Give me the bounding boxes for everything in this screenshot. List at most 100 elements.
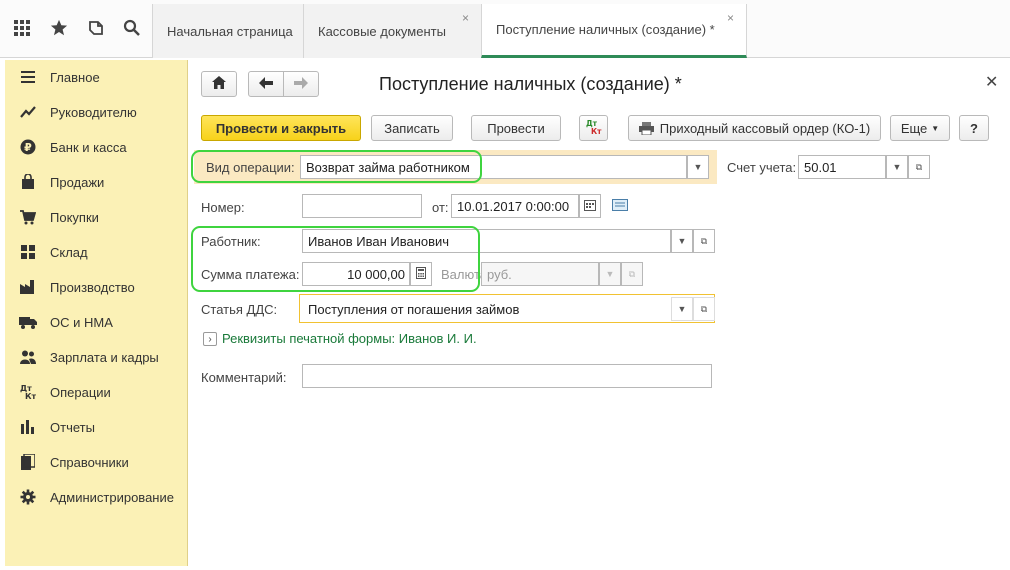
favorites-star-icon[interactable] (45, 14, 73, 42)
warehouse-icon (19, 243, 37, 261)
print-cash-order-label: Приходный кассовый ордер (КО-1) (659, 120, 871, 136)
apps-grid-icon[interactable] (8, 14, 36, 42)
account-field[interactable]: 50.01 (798, 155, 886, 179)
expand-icon[interactable]: › (203, 332, 217, 346)
tab-cash-documents[interactable]: Кассовые документы × (303, 4, 481, 58)
dds-open-button[interactable]: ⧉ (693, 297, 715, 321)
currency-dropdown[interactable]: ▼ (599, 262, 621, 286)
sidebar-item-administration[interactable]: Администрирование (5, 485, 188, 509)
tab-close-icon[interactable]: × (727, 11, 734, 25)
print-cash-order-button[interactable]: Приходный кассовый ордер (КО-1) (628, 115, 881, 141)
number-field[interactable] (302, 194, 422, 218)
search-icon[interactable] (118, 14, 146, 42)
home-button[interactable] (201, 71, 237, 97)
sidebar-item-bank-cash[interactable]: ₽ Банк и касса (5, 135, 188, 159)
account-dropdown[interactable]: ▼ (886, 155, 908, 179)
sidebar: Главное Руководителю ₽ Банк и касса Прод… (5, 60, 188, 566)
sidebar-item-label: Операции (50, 384, 111, 400)
sidebar-item-fixed-assets[interactable]: ОС и НМА (5, 310, 188, 334)
chevron-down-icon: ▼ (931, 123, 940, 133)
sidebar-item-label: Склад (50, 244, 88, 260)
print-details-link[interactable]: Реквизиты печатной формы: Иванов И. И. (222, 331, 477, 346)
arrow-right-icon (294, 76, 308, 92)
tab-cash-receipt[interactable]: Поступление наличных (создание) * × (481, 4, 747, 58)
sidebar-item-label: Банк и касса (50, 139, 127, 155)
factory-icon (19, 278, 37, 296)
dt-kt-icon: Дт Кт (19, 383, 37, 401)
more-label: Еще (900, 120, 928, 136)
help-button[interactable]: ? (959, 115, 989, 141)
bar-chart-icon (19, 418, 37, 436)
sidebar-item-label: Производство (50, 279, 135, 295)
sidebar-item-sales[interactable]: Продажи (5, 170, 188, 194)
sidebar-item-reports[interactable]: Отчеты (5, 415, 188, 439)
dt-kt-button[interactable]: Дт Кт (579, 115, 608, 141)
tab-home-label: Начальная страница (167, 23, 293, 39)
truck-icon (19, 313, 37, 331)
date-field[interactable]: 10.01.2017 0:00:00 (451, 194, 579, 218)
employee-amount-annotation (191, 226, 480, 292)
forward-button[interactable] (283, 71, 319, 97)
operation-type-annotation (191, 150, 482, 183)
back-button[interactable] (248, 71, 284, 97)
save-button[interactable]: Записать (371, 115, 453, 141)
sidebar-item-operations[interactable]: Дт Кт Операции (5, 380, 188, 404)
sidebar-item-production[interactable]: Производство (5, 275, 188, 299)
svg-text:₽: ₽ (24, 141, 32, 154)
sidebar-item-label: Продажи (50, 174, 105, 190)
comment-field[interactable] (302, 364, 712, 388)
tab-cash-documents-label: Кассовые документы (318, 23, 446, 39)
currency-open-button[interactable]: ⧉ (621, 262, 643, 286)
calendar-list-icon[interactable] (612, 199, 628, 214)
date-label: от: (432, 200, 449, 215)
open-icon: ⧉ (700, 235, 708, 246)
ruble-icon: ₽ (19, 138, 37, 156)
sidebar-item-label: Справочники (50, 454, 129, 470)
sidebar-item-payroll[interactable]: Зарплата и кадры (5, 345, 188, 369)
open-icon: ⧉ (628, 268, 636, 279)
more-button[interactable]: Еще ▼ (890, 115, 950, 141)
bag-icon (19, 173, 37, 191)
history-icon[interactable] (82, 14, 110, 42)
sidebar-item-management[interactable]: Руководителю (5, 100, 188, 124)
currency-field[interactable]: руб. (481, 262, 599, 286)
tab-cash-receipt-label: Поступление наличных (создание) * (496, 22, 715, 37)
comment-label: Комментарий: (201, 370, 287, 385)
calendar-icon (584, 199, 596, 213)
calendar-button[interactable] (579, 194, 601, 218)
printer-icon (638, 121, 654, 135)
sidebar-item-label: Покупки (50, 209, 99, 225)
chevron-down-icon: ▼ (693, 162, 703, 172)
gear-icon (19, 488, 37, 506)
chevron-down-icon: ▼ (677, 236, 687, 246)
sidebar-item-label: Главное (50, 69, 100, 85)
sidebar-item-label: Зарплата и кадры (50, 349, 159, 365)
book-icon (19, 453, 37, 471)
employee-open-button[interactable]: ⧉ (693, 229, 715, 253)
close-icon[interactable]: ✕ (985, 72, 998, 92)
tab-close-icon[interactable]: × (462, 11, 469, 25)
account-open-button[interactable]: ⧉ (908, 155, 930, 179)
sidebar-item-label: ОС и НМА (50, 314, 113, 330)
home-icon (212, 76, 226, 92)
dt-kt-icon: Дт Кт (585, 119, 603, 138)
dds-dropdown[interactable]: ▼ (671, 297, 693, 321)
sidebar-item-warehouse[interactable]: Склад (5, 240, 188, 264)
svg-text:Кт: Кт (591, 127, 602, 135)
dds-label: Статья ДДС: (201, 302, 278, 317)
post-button[interactable]: Провести (471, 115, 561, 141)
sidebar-item-label: Отчеты (50, 419, 95, 435)
post-and-close-button[interactable]: Провести и закрыть (201, 115, 361, 141)
number-label: Номер: (201, 200, 245, 215)
top-bar: Начальная страница Кассовые документы × … (0, 0, 1010, 58)
employee-dropdown[interactable]: ▼ (671, 229, 693, 253)
sidebar-item-label: Администрирование (50, 489, 174, 505)
tab-home[interactable]: Начальная страница (152, 4, 303, 58)
sidebar-item-main[interactable]: Главное (5, 65, 188, 89)
operation-type-dropdown[interactable]: ▼ (687, 155, 709, 179)
chevron-down-icon: ▼ (677, 304, 687, 314)
dds-field[interactable]: Поступления от погашения займов (302, 297, 671, 321)
sidebar-item-purchases[interactable]: Покупки (5, 205, 188, 229)
chevron-down-icon: ▼ (892, 162, 902, 172)
sidebar-item-references[interactable]: Справочники (5, 450, 188, 474)
